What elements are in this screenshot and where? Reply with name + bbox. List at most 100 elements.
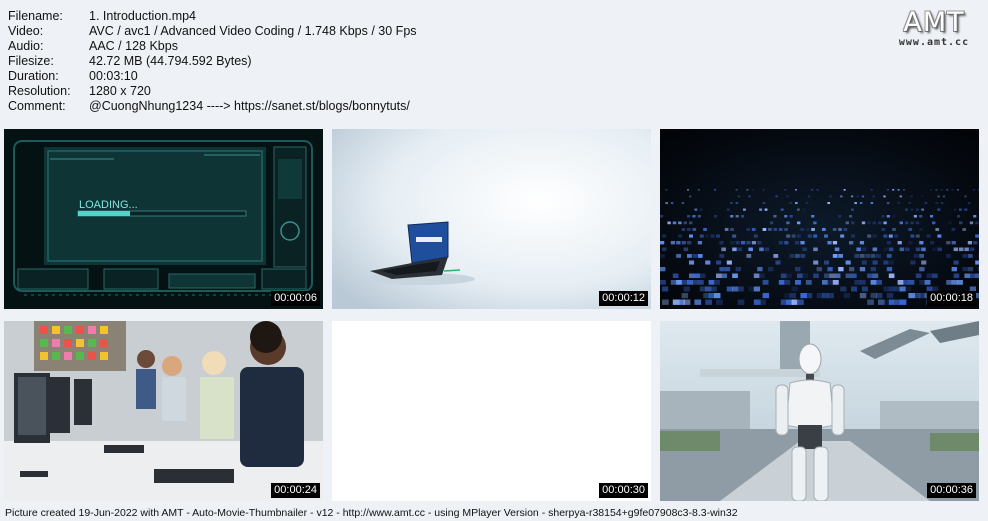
grid-cell: [689, 260, 695, 265]
grid-cell: [697, 215, 701, 218]
grid-cell: [714, 280, 720, 285]
grid-cell: [905, 286, 912, 292]
grid-cell: [946, 280, 953, 285]
grid-cell: [910, 195, 913, 198]
grid-cell: [719, 267, 725, 272]
grid-cell: [867, 234, 872, 238]
grid-cell: [746, 241, 751, 245]
grid-cell: [768, 228, 772, 231]
grid-cell: [975, 260, 979, 265]
grid-cell: [872, 195, 875, 198]
grid-cell: [687, 228, 691, 231]
grid-cell: [672, 221, 677, 225]
grid-cell: [964, 247, 969, 252]
digital-grid-frame: [660, 129, 979, 309]
grid-cell: [805, 228, 810, 231]
grid-cell: [678, 221, 682, 225]
laptop-frame: [332, 129, 651, 309]
grid-cell: [716, 234, 720, 238]
grid-cell: [753, 273, 760, 279]
grid-cell: [959, 208, 962, 211]
grid-cell: [897, 280, 904, 285]
grid-cell: [786, 273, 792, 279]
grid-cell: [876, 254, 881, 258]
grid-cell: [951, 280, 958, 285]
grid-cell: [851, 221, 855, 225]
grid-cell: [714, 293, 721, 299]
grid-cell: [770, 221, 774, 225]
grid-cell: [827, 267, 833, 272]
grid-cell: [780, 273, 787, 279]
grid-cell: [824, 273, 830, 279]
grid-cell: [881, 228, 886, 231]
grid-cell: [921, 208, 925, 211]
thumbnail-4[interactable]: 00:00:24: [4, 321, 323, 501]
grid-cell: [795, 241, 800, 245]
grid-cell: [705, 260, 711, 265]
grid-cell: [919, 228, 923, 231]
grid-cell: [967, 241, 973, 245]
grid-cell: [676, 280, 683, 285]
grid-cell: [687, 280, 693, 285]
info-key: Audio:: [8, 39, 44, 53]
grid-cell: [789, 293, 797, 299]
grid-cell: [888, 286, 895, 292]
amt-logo: AMT www.amt.cc: [890, 8, 978, 49]
grid-cell: [697, 280, 704, 285]
grid-cell: [861, 286, 868, 292]
grid-cell: [708, 280, 715, 285]
grid-cell: [924, 202, 928, 205]
grid-cell: [737, 286, 744, 292]
grid-cell: [762, 189, 765, 191]
thumbnail-6[interactable]: 00:00:36: [660, 321, 979, 501]
thumbnail-5[interactable]: 00:00:30: [332, 321, 651, 501]
grid-cell: [795, 202, 798, 205]
footer-credit: Picture created 19-Jun-2022 with AMT - A…: [5, 507, 738, 519]
grid-cell: [845, 221, 849, 225]
grid-cell: [726, 208, 730, 211]
grid-cell: [732, 273, 738, 279]
info-row-resolution: Resolution: 1280 x 720: [8, 84, 417, 99]
grid-cell: [886, 241, 892, 245]
grid-cell: [870, 267, 876, 272]
grid-cell: [802, 247, 807, 252]
thumbnail-1[interactable]: LOADING... 00:00:06: [4, 129, 323, 309]
grid-cell: [721, 247, 726, 252]
grid-cell: [964, 208, 968, 211]
grid-cell: [699, 208, 703, 211]
grid-cell: [751, 228, 756, 231]
grid-cell: [741, 215, 745, 218]
grid-cell: [751, 241, 757, 245]
grid-cell: [867, 299, 874, 305]
grid-cell: [919, 215, 923, 218]
grid-cell: [667, 221, 671, 225]
grid-cell: [899, 299, 907, 305]
grid-cell: [751, 189, 754, 191]
thumbnail-2[interactable]: 00:00:12: [332, 129, 651, 309]
grid-cell: [807, 234, 812, 238]
info-row-filename: Filename: 1. Introduction.mp4: [8, 9, 417, 24]
info-row-audio: Audio: AAC / 128 Kbps: [8, 39, 417, 54]
grid-cell: [687, 254, 692, 258]
grid-cell: [811, 228, 815, 231]
thumbnail-3[interactable]: 00:00:18: [660, 129, 979, 309]
grid-cell: [689, 221, 693, 225]
grid-cell: [832, 280, 839, 285]
grid-cell: [662, 247, 667, 252]
grid-cell: [689, 195, 692, 198]
grid-cell: [865, 254, 870, 258]
grid-cell: [856, 195, 859, 198]
grid-cell: [908, 228, 913, 231]
grid-cell: [843, 293, 851, 299]
grid-cell: [689, 234, 693, 238]
info-value: 42.72 MB (44.794.592 Bytes): [89, 54, 252, 68]
grid-cell: [737, 195, 740, 198]
grid-cell: [789, 215, 793, 218]
grid-cell: [913, 254, 919, 258]
grid-cell: [813, 234, 818, 238]
grid-cell: [881, 215, 885, 218]
grid-cell: [886, 267, 893, 272]
grid-cell: [753, 234, 758, 238]
grid-cell: [746, 228, 751, 231]
grid-cell: [899, 221, 903, 225]
